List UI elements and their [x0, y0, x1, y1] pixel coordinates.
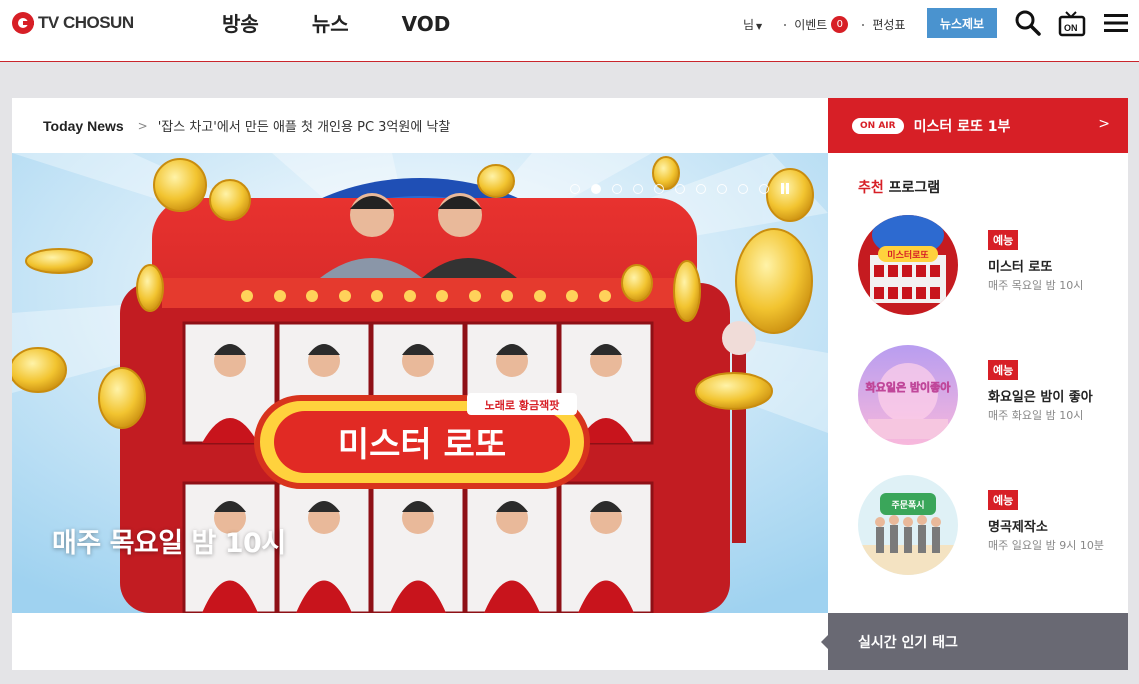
slide-dot[interactable] — [717, 183, 727, 194]
today-news-headline[interactable]: '잡스 차고'에서 만든 애플 첫 개인용 PC 3억원에 낙찰 — [158, 116, 451, 135]
program-thumbnail[interactable]: 화요일은 밤이좋아 — [858, 345, 958, 445]
program-thumb-text: 미스터로또 — [887, 249, 929, 261]
program-thumbnail-art: 미스터로또 — [858, 215, 958, 315]
nav-news[interactable]: 뉴스 — [312, 10, 349, 38]
schedule-link[interactable]: 편성표 — [872, 16, 905, 33]
user-menu[interactable]: 님 ▼ — [743, 16, 762, 33]
program-airtime: 매주 일요일 밤 9시 10분 — [988, 539, 1104, 552]
program-item[interactable]: 미스터로또 예능 미스터 로또 매주 목요일 밤 10시 — [858, 215, 1118, 315]
slide-dot[interactable] — [675, 183, 685, 194]
onair-pill: ON AIR — [852, 117, 904, 134]
program-item[interactable]: 주문폭시 예능 명곡제작소 매주 일요일 밤 9시 10분 — [858, 475, 1118, 575]
event-link[interactable]: 이벤트 0 — [794, 16, 849, 33]
separator-dot — [784, 23, 787, 26]
slide-indicators — [570, 183, 790, 194]
today-news-bar: Today News > '잡스 차고'에서 만든 애플 첫 개인용 PC 3억… — [12, 98, 828, 153]
realtime-tags-label: 실시간 인기 태그 — [858, 634, 958, 651]
program-thumbnail-art: 화요일은 밤이좋아 — [858, 345, 958, 445]
slide-dot[interactable] — [633, 183, 643, 194]
user-label: 님 — [743, 18, 755, 32]
banner-caption: 매주 목요일 밤 10시 — [52, 528, 286, 559]
slide-dot[interactable] — [612, 183, 622, 194]
program-name[interactable]: 화요일은 밤이 좋아 — [988, 386, 1093, 405]
news-report-button[interactable]: 뉴스제보 — [927, 8, 997, 38]
utility-menu: 님 ▼ 이벤트 0 편성표 — [743, 16, 905, 33]
banner-logo-tag: 노래로 황금잭팟 — [485, 398, 560, 412]
nav-broadcast[interactable]: 방송 — [222, 10, 259, 38]
recommended-title-accent: 추천 — [858, 180, 884, 196]
chevron-right-icon: > — [137, 118, 148, 133]
hamburger-menu-icon[interactable] — [1101, 8, 1131, 38]
onair-bar[interactable]: ON AIR 미스터 로또 1부 > — [828, 98, 1128, 153]
event-count-badge: 0 — [831, 16, 849, 33]
slide-dot[interactable] — [696, 183, 706, 194]
program-thumbnail[interactable]: 주문폭시 — [858, 475, 958, 575]
recommended-title-rest: 프로그램 — [888, 180, 941, 196]
site-header: TV CHOSUN 방송 뉴스 VOD 님 ▼ 이벤트 0 편성표 뉴스제보 ON — [0, 0, 1139, 62]
program-genre-badge: 예능 — [988, 230, 1019, 250]
realtime-tags-bar[interactable]: 실시간 인기 태그 — [821, 613, 1128, 670]
main-content: Today News > '잡스 차고'에서 만든 애플 첫 개인용 PC 3억… — [12, 98, 828, 670]
event-label: 이벤트 — [794, 18, 828, 32]
banner-show-logo: 미스터 로또 — [338, 425, 506, 465]
slide-dot[interactable] — [570, 183, 580, 194]
program-thumbnail[interactable]: 미스터로또 — [858, 215, 958, 315]
pause-icon[interactable] — [780, 183, 790, 194]
program-item[interactable]: 화요일은 밤이좋아 예능 화요일은 밤이 좋아 매주 화요일 밤 10시 — [858, 345, 1118, 445]
slide-dot-active[interactable] — [591, 183, 601, 194]
slide-dot[interactable] — [654, 183, 664, 194]
today-news-label: Today News — [43, 117, 124, 134]
separator-dot — [862, 23, 865, 26]
main-banner-slide[interactable]: 미스터 로또 노래로 황금잭팟 매주 목요일 밤 10시 — [12, 153, 828, 613]
recommended-title: 추천 프로그램 — [858, 177, 940, 197]
main-nav: 방송 뉴스 VOD — [222, 10, 503, 38]
program-genre-badge: 예능 — [988, 490, 1019, 510]
program-airtime: 매주 목요일 밤 10시 — [988, 279, 1084, 292]
program-thumb-text: 화요일은 밤이좋아 — [866, 380, 952, 394]
nav-vod[interactable]: VOD — [402, 10, 451, 38]
tvchosun-logo[interactable]: TV CHOSUN — [12, 12, 134, 34]
program-thumbnail-art: 주문폭시 — [858, 475, 958, 575]
program-thumb-text: 주문폭시 — [891, 500, 924, 511]
chevron-right-icon: > — [1098, 116, 1110, 132]
onair-title: 미스터 로또 1부 — [913, 118, 1011, 135]
logo-mark-icon — [12, 12, 34, 34]
program-genre-badge: 예능 — [988, 360, 1019, 380]
onair-icon-text: ON — [1064, 23, 1078, 33]
program-name[interactable]: 명곡제작소 — [988, 516, 1048, 535]
onair-tv-icon[interactable]: ON — [1057, 8, 1087, 38]
recommended-programs: 추천 프로그램 미스터로또 예능 미스터 로또 매주 목요일 밤 10시 화요일 — [828, 153, 1128, 613]
search-icon[interactable] — [1013, 8, 1043, 38]
slide-dot[interactable] — [759, 183, 769, 194]
program-name[interactable]: 미스터 로또 — [988, 256, 1052, 275]
slide-dot[interactable] — [738, 183, 748, 194]
logo-text: TV CHOSUN — [38, 13, 134, 32]
program-airtime: 매주 화요일 밤 10시 — [988, 409, 1084, 422]
caret-down-icon: ▼ — [756, 22, 763, 31]
